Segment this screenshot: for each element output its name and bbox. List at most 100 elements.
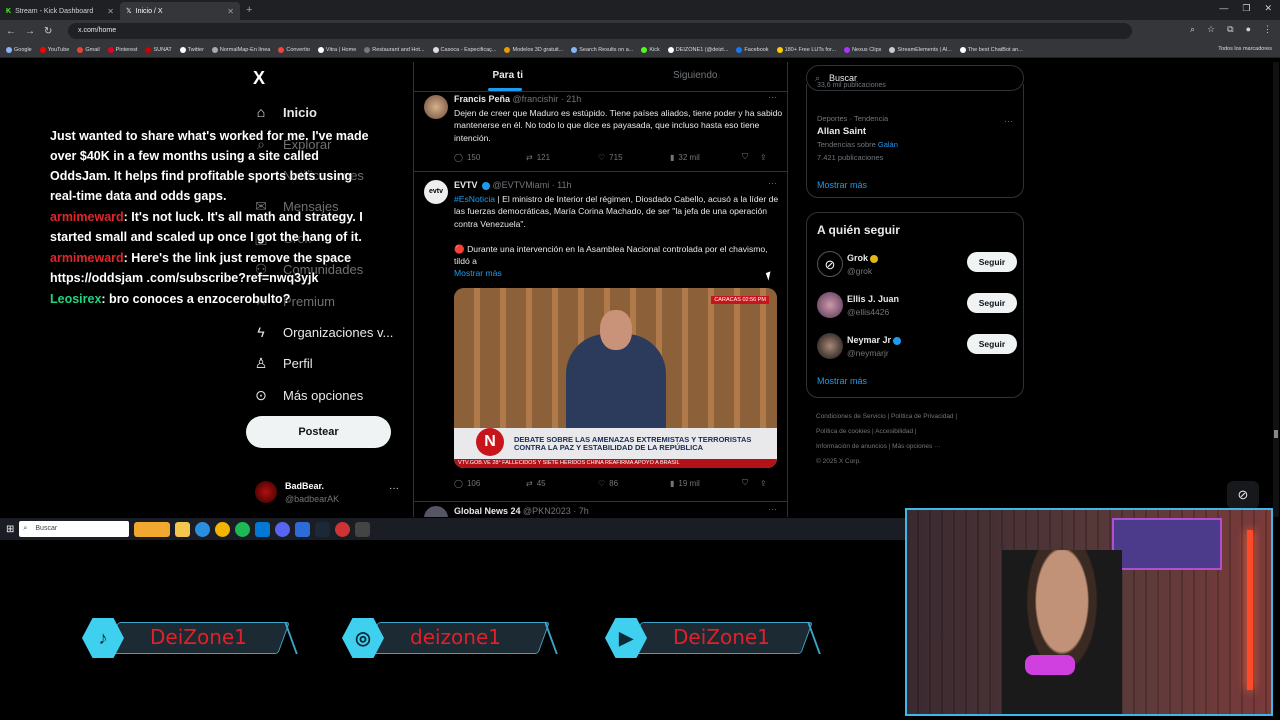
taskbar-search[interactable]: ⌕ Buscar	[19, 521, 130, 537]
x-logo-icon[interactable]: X	[253, 68, 265, 89]
bookmark[interactable]: Facebook	[736, 46, 769, 53]
forward-icon[interactable]: →	[25, 26, 35, 37]
tab-following[interactable]: Siguiendo	[602, 62, 788, 91]
bookmark[interactable]: Search Results on a...	[571, 46, 633, 53]
more-icon[interactable]: ···	[768, 178, 777, 188]
nav-more[interactable]: ⊙ Más opciones	[253, 387, 363, 404]
bookmark[interactable]: Restaurant and Hot...	[364, 46, 425, 53]
more-icon[interactable]: ···	[768, 504, 777, 514]
follow-button[interactable]: Seguir	[967, 293, 1017, 313]
menu-icon[interactable]: ⋮	[1263, 24, 1272, 35]
footer-link[interactable]: Política de Privacidad	[891, 413, 954, 420]
bookmark[interactable]: Google	[6, 46, 32, 53]
reply-button[interactable]: ◯ 150	[454, 153, 526, 162]
bookmark[interactable]: Casoca - Especificaç...	[432, 46, 496, 53]
scrollbar-thumb[interactable]	[1274, 430, 1278, 438]
app-icon[interactable]	[295, 521, 311, 537]
bookmark[interactable]: Gmail	[77, 46, 100, 53]
follow-button[interactable]: Seguir	[967, 252, 1017, 272]
avatar[interactable]	[424, 506, 448, 517]
star-icon[interactable]: ☆	[1207, 24, 1215, 35]
discord-icon[interactable]	[275, 521, 291, 537]
nav-home[interactable]: ⌂ Inicio	[253, 104, 317, 120]
tab-for-you[interactable]: Para ti	[414, 62, 602, 91]
follow-suggestion[interactable]: ⊘ Grok @grok Seguir	[817, 251, 1017, 281]
show-more-follow[interactable]: Mostrar más	[817, 376, 867, 386]
back-icon[interactable]: ←	[6, 26, 16, 37]
repost-button[interactable]: ⇄ 121	[526, 153, 598, 162]
profile-icon[interactable]: ●	[1246, 24, 1251, 35]
windows-start-icon[interactable]: ⊞	[6, 524, 14, 535]
close-icon[interactable]: ✕	[227, 7, 234, 16]
close-icon[interactable]: ✕	[107, 7, 114, 16]
more-icon[interactable]: ···	[389, 483, 399, 494]
hashtag-link[interactable]: #EsNoticia	[454, 194, 495, 204]
file-explorer-icon[interactable]	[175, 521, 191, 537]
more-icon[interactable]: ···	[1004, 116, 1013, 126]
like-button[interactable]: ♡ 86	[598, 479, 670, 488]
bookmark[interactable]: 180+ Free LUTs for...	[776, 46, 836, 53]
zoom-icon[interactable]: ⌕	[1190, 24, 1195, 35]
bookmark[interactable]: Pinterest	[107, 46, 137, 53]
reload-icon[interactable]: ↻	[44, 26, 52, 37]
views-button[interactable]: ▮ 32 mil	[670, 153, 742, 162]
spotify-icon[interactable]	[235, 521, 251, 537]
repost-button[interactable]: ⇄ 45	[526, 479, 598, 488]
app-icon[interactable]	[355, 521, 371, 537]
bookmark[interactable]: Nexus Clips	[844, 46, 881, 53]
close-window-icon[interactable]: ✕	[1264, 3, 1272, 14]
follow-suggestion[interactable]: Ellis J. Juan @ellis4426 Seguir	[817, 292, 1017, 322]
scrollbar[interactable]	[1273, 62, 1279, 517]
bookmark[interactable]: Kick	[641, 46, 660, 53]
extensions-icon[interactable]: ⧉	[1227, 24, 1233, 35]
tweet[interactable]: Global News 24 @PKN2023 · 7h ···	[414, 502, 787, 517]
bookmark[interactable]: YouTube	[39, 46, 69, 53]
obs-icon[interactable]	[335, 521, 351, 537]
footer-link[interactable]: Más opciones ···	[892, 443, 940, 450]
outlook-icon[interactable]	[255, 521, 271, 537]
nav-organizations[interactable]: ϟ Organizaciones v...	[253, 324, 393, 340]
footer-link[interactable]: Política de cookies	[816, 428, 870, 435]
footer-link[interactable]: Accesibilidad	[875, 428, 913, 435]
follow-suggestion[interactable]: Neymar Jr @neymarjr Seguir	[817, 333, 1017, 363]
bookmark[interactable]: DEIZONE1 (@deizt...	[667, 46, 728, 53]
bookmark[interactable]: Convertio	[278, 46, 310, 53]
views-button[interactable]: ▮ 19 mil	[670, 479, 742, 488]
post-button[interactable]: Postear	[246, 416, 391, 448]
share-icon[interactable]: ⇪	[760, 479, 767, 488]
steam-icon[interactable]	[315, 521, 331, 537]
widgets-icon[interactable]	[134, 521, 171, 537]
url-input[interactable]: x.com/home	[68, 23, 1132, 39]
nav-profile[interactable]: ♙ Perfil	[253, 355, 313, 372]
bookmark[interactable]: StreamElements | Al...	[889, 46, 952, 53]
tweet-video[interactable]: CARACAS 02:56 PM N DEBATE SOBRE LAS AMEN…	[454, 288, 777, 468]
show-more-trends[interactable]: Mostrar más	[817, 180, 867, 190]
bookmark[interactable]: Modelos 3D gratuit...	[504, 46, 563, 53]
new-tab-icon[interactable]: +	[246, 4, 252, 16]
like-button[interactable]: ♡ 715	[598, 153, 670, 162]
footer-link[interactable]: Información de anuncios	[816, 443, 887, 450]
edge-icon[interactable]	[195, 521, 211, 537]
bookmark-icon[interactable]: ⛉	[742, 478, 748, 488]
follow-button[interactable]: Seguir	[967, 334, 1017, 354]
show-more-link[interactable]: Mostrar más	[454, 267, 784, 279]
footer-link[interactable]: Condiciones de Servicio	[816, 413, 886, 420]
tab-x-home[interactable]: 𝕏 Inicio / X ✕	[120, 2, 240, 20]
more-icon[interactable]: ···	[768, 92, 777, 102]
evtv-avatar[interactable]: evtv	[424, 180, 448, 204]
grok-icon[interactable]: ⊘	[1227, 481, 1259, 509]
bookmark[interactable]: Vitra | Home	[317, 46, 356, 53]
all-bookmarks[interactable]: Todos los marcadores	[1218, 46, 1272, 52]
tweet[interactable]: evtv EVTV @EVTVMiami · 11h ··· #EsNotici…	[414, 172, 787, 502]
bookmark[interactable]: Twitter	[179, 46, 204, 53]
account-switcher[interactable]: BadBear. @badbearAK ···	[255, 479, 405, 509]
reply-button[interactable]: ◯ 106	[454, 479, 526, 488]
bookmark[interactable]: NormalMap-En línea	[211, 46, 270, 53]
avatar[interactable]	[424, 95, 448, 119]
trend-title[interactable]: Allan Saint	[817, 126, 866, 137]
tab-kick-dashboard[interactable]: K Stream - Kick Dashboard ✕	[0, 2, 120, 20]
share-icon[interactable]: ⇪	[760, 153, 767, 162]
maximize-icon[interactable]: ❐	[1242, 3, 1250, 14]
minimize-icon[interactable]: —	[1219, 3, 1228, 14]
bookmark[interactable]: The best ChatBot an...	[959, 46, 1023, 53]
